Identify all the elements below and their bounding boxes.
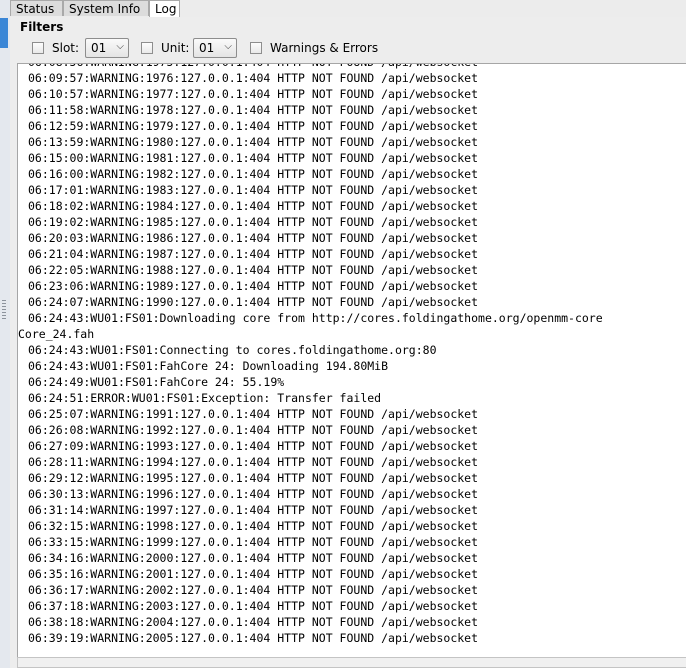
log-line: 06:31:14:WARNING:1997:127.0.0.1:404 HTTP…	[28, 503, 479, 517]
log-line: 06:30:13:WARNING:1996:127.0.0.1:404 HTTP…	[28, 487, 479, 501]
unit-filter-checkbox[interactable]	[141, 42, 153, 54]
log-line: 06:09:57:WARNING:1976:127.0.0.1:404 HTTP…	[28, 71, 479, 85]
log-line: 06:26:08:WARNING:1992:127.0.0.1:404 HTTP…	[28, 423, 479, 437]
slot-select[interactable]: 01 ⌵	[85, 38, 129, 58]
unit-select[interactable]: 01 ⌵	[193, 38, 237, 58]
chevron-down-icon: ⌵	[116, 41, 124, 52]
log-line: 06:34:16:WARNING:2000:127.0.0.1:404 HTTP…	[28, 551, 479, 565]
log-line: 06:37:18:WARNING:2003:127.0.0.1:404 HTTP…	[28, 599, 479, 613]
log-line: 06:10:57:WARNING:1977:127.0.0.1:404 HTTP…	[28, 87, 479, 101]
log-line: 06:12:59:WARNING:1979:127.0.0.1:404 HTTP…	[28, 119, 479, 133]
tab-log[interactable]: Log	[149, 0, 180, 18]
slot-select-value: 01	[91, 41, 107, 55]
log-line: 06:16:00:WARNING:1982:127.0.0.1:404 HTTP…	[28, 167, 479, 181]
log-line: 06:24:43:WU01:FS01:Downloading core from…	[28, 311, 603, 325]
log-panel: Filters Slot: 01 ⌵ Unit: 01 ⌵ Warnings &…	[10, 17, 686, 668]
log-view[interactable]: 06:08:56:WARNING:1975:127.0.0.1:404 HTTP…	[17, 63, 686, 658]
log-line: 06:27:09:WARNING:1993:127.0.0.1:404 HTTP…	[28, 439, 479, 453]
log-line: 06:24:51:ERROR:WU01:FS01:Exception: Tran…	[28, 391, 382, 405]
log-line: 06:24:43:WU01:FS01:FahCore 24: Downloadi…	[28, 359, 389, 373]
log-line: 06:19:02:WARNING:1985:127.0.0.1:404 HTTP…	[28, 215, 479, 229]
log-line: 06:25:07:WARNING:1991:127.0.0.1:404 HTTP…	[28, 407, 479, 421]
log-lines: 06:08:56:WARNING:1975:127.0.0.1:404 HTTP…	[18, 64, 686, 646]
log-line: 06:18:02:WARNING:1984:127.0.0.1:404 HTTP…	[28, 199, 479, 213]
filters-title: Filters	[20, 20, 64, 34]
log-line: 06:11:58:WARNING:1978:127.0.0.1:404 HTTP…	[28, 103, 479, 117]
tab-bar: Status System Info Log	[10, 0, 686, 18]
log-line: 06:38:18:WARNING:2004:127.0.0.1:404 HTTP…	[28, 615, 479, 629]
left-pane-selection	[0, 18, 8, 48]
splitter-handle[interactable]	[2, 300, 6, 320]
log-line: 06:24:43:WU01:FS01:Connecting to cores.f…	[28, 343, 437, 357]
log-line: 06:20:03:WARNING:1986:127.0.0.1:404 HTTP…	[28, 231, 479, 245]
tab-status[interactable]: Status	[10, 0, 63, 16]
log-line: 06:15:00:WARNING:1981:127.0.0.1:404 HTTP…	[28, 151, 479, 165]
log-line: 06:21:04:WARNING:1987:127.0.0.1:404 HTTP…	[28, 247, 479, 261]
log-line: 06:23:06:WARNING:1989:127.0.0.1:404 HTTP…	[28, 279, 479, 293]
slot-label: Slot:	[52, 41, 80, 55]
log-line: 06:39:19:WARNING:2005:127.0.0.1:404 HTTP…	[28, 631, 479, 645]
horizontal-scrollbar[interactable]	[17, 657, 686, 668]
log-line: 06:36:17:WARNING:2002:127.0.0.1:404 HTTP…	[28, 583, 479, 597]
log-line: 06:24:07:WARNING:1990:127.0.0.1:404 HTTP…	[28, 295, 479, 309]
log-line: 06:08:56:WARNING:1975:127.0.0.1:404 HTTP…	[18, 64, 686, 70]
log-line: 06:24:49:WU01:FS01:FahCore 24: 55.19%	[28, 375, 285, 389]
log-line: 06:28:11:WARNING:1994:127.0.0.1:404 HTTP…	[28, 455, 479, 469]
log-line: 06:35:16:WARNING:2001:127.0.0.1:404 HTTP…	[28, 567, 479, 581]
filter-row: Slot: 01 ⌵ Unit: 01 ⌵ Warnings & Errors	[10, 38, 686, 60]
log-line: 06:17:01:WARNING:1983:127.0.0.1:404 HTTP…	[28, 183, 479, 197]
log-line: 06:13:59:WARNING:1980:127.0.0.1:404 HTTP…	[28, 135, 479, 149]
log-line: 06:29:12:WARNING:1995:127.0.0.1:404 HTTP…	[28, 471, 479, 485]
warnings-errors-checkbox[interactable]	[250, 42, 262, 54]
slot-filter-checkbox[interactable]	[32, 42, 44, 54]
log-line: 06:32:15:WARNING:1998:127.0.0.1:404 HTTP…	[28, 519, 479, 533]
warnings-errors-label: Warnings & Errors	[270, 41, 379, 55]
tab-system-info[interactable]: System Info	[63, 0, 149, 16]
log-line: 06:33:15:WARNING:1999:127.0.0.1:404 HTTP…	[28, 535, 479, 549]
log-line: 06:22:05:WARNING:1988:127.0.0.1:404 HTTP…	[28, 263, 479, 277]
chevron-down-icon: ⌵	[224, 41, 232, 52]
unit-label: Unit:	[161, 41, 190, 55]
unit-select-value: 01	[199, 41, 215, 55]
log-line: Core_24.fah	[18, 327, 95, 341]
